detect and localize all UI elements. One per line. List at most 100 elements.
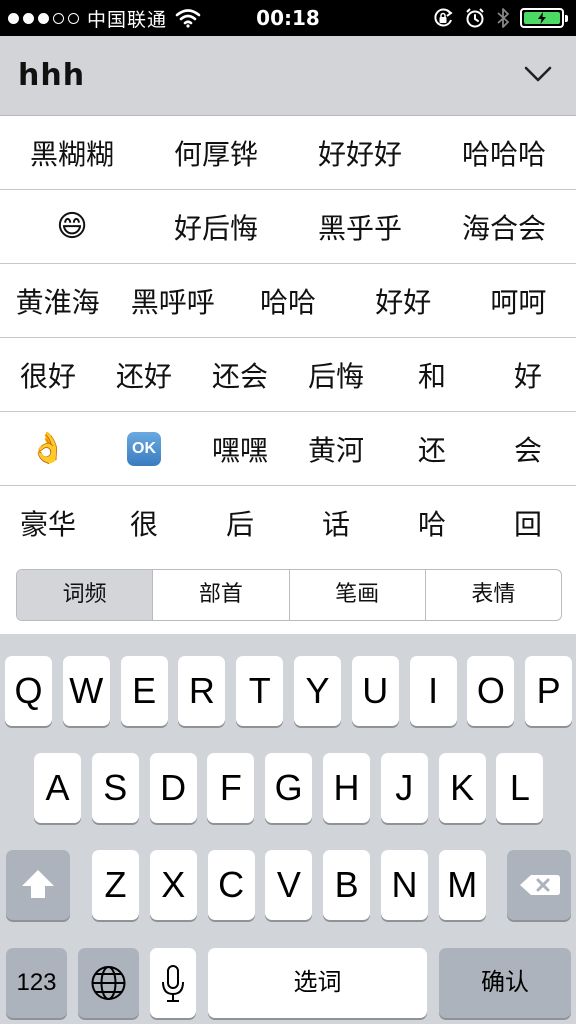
candidate-word[interactable]: 豪华 (0, 503, 96, 543)
candidate-word[interactable]: 哈哈 (230, 281, 345, 321)
key-w[interactable]: W (62, 656, 110, 726)
key-o[interactable]: O (467, 656, 515, 726)
key-h[interactable]: H (323, 753, 370, 823)
candidate-row: 黑糊糊 何厚铧 好好好 哈哈哈 (0, 116, 576, 190)
candidate-word[interactable]: 何厚铧 (144, 133, 288, 173)
key-b[interactable]: B (323, 850, 371, 920)
candidate-word[interactable]: 好 (480, 355, 576, 395)
key-k[interactable]: K (438, 753, 486, 823)
candidate-row: 😄 好后悔 黑乎乎 海合会 (0, 190, 576, 264)
key-e[interactable]: E (120, 656, 168, 726)
status-bar: 中国联通 00:18 (0, 0, 576, 36)
status-left: 中国联通 (8, 0, 201, 36)
sort-segmented-control: 词频 部首 笔画 表情 (16, 569, 562, 621)
signal-dot (68, 12, 79, 24)
key-s[interactable]: S (91, 753, 139, 823)
microphone-key[interactable] (150, 948, 196, 1018)
key-r[interactable]: R (178, 656, 226, 726)
candidate-word[interactable]: 海合会 (432, 207, 576, 247)
candidate-emoji-ok-hand[interactable]: 👌 (0, 431, 96, 466)
carrier-name: 中国联通 (87, 8, 168, 31)
signal-dot (8, 12, 19, 24)
candidate-word[interactable]: 好后悔 (144, 207, 288, 247)
globe-icon (91, 966, 126, 1000)
segment-frequency[interactable]: 词频 (17, 570, 154, 620)
key-u[interactable]: U (351, 656, 399, 726)
key-j[interactable]: J (380, 753, 428, 823)
key-m[interactable]: M (438, 850, 486, 920)
space-key-label: 选词 (293, 969, 342, 996)
ok-button-icon: OK (127, 432, 161, 466)
delete-key[interactable] (507, 850, 571, 920)
candidate-word[interactable]: 很 (96, 503, 192, 543)
wifi-icon (175, 9, 201, 28)
candidate-emoji-grinning[interactable]: 😄 (0, 209, 144, 244)
shift-icon (22, 870, 54, 898)
candidate-word[interactable]: 和 (384, 355, 480, 395)
candidate-word[interactable]: 很好 (0, 355, 96, 395)
composition-bar: hhh (0, 36, 576, 116)
key-g[interactable]: G (265, 753, 313, 823)
signal-dot (38, 12, 49, 24)
confirm-key-label: 确认 (481, 969, 529, 996)
confirm-key[interactable]: 确认 (439, 948, 571, 1018)
numbers-key[interactable]: 123 (6, 948, 67, 1018)
candidate-word[interactable]: 黄河 (288, 429, 384, 469)
candidate-row: 很好 还好 还会 后悔 和 好 (0, 338, 576, 412)
candidate-word[interactable]: 回 (480, 503, 576, 543)
segment-strokes[interactable]: 笔画 (290, 570, 426, 620)
candidate-word[interactable]: 还会 (192, 355, 288, 395)
alarm-icon (466, 8, 484, 28)
candidate-word[interactable]: 好好 (346, 281, 461, 321)
candidate-word[interactable]: 好好好 (288, 133, 432, 173)
backspace-icon (520, 875, 560, 895)
key-p[interactable]: P (525, 656, 573, 726)
numbers-key-label: 123 (16, 969, 57, 996)
candidate-row: 黄淮海 黑呼呼 哈哈 好好 呵呵 (0, 264, 576, 338)
candidate-word[interactable]: 黑糊糊 (0, 133, 144, 173)
key-f[interactable]: F (207, 753, 255, 823)
signal-dot (53, 12, 64, 24)
key-t[interactable]: T (236, 656, 284, 726)
candidate-emoji-ok-button[interactable]: OK (96, 431, 192, 466)
status-right (432, 0, 568, 36)
candidate-word[interactable]: 哈 (384, 503, 480, 543)
key-a[interactable]: A (34, 753, 81, 823)
segment-emoji[interactable]: 表情 (426, 570, 561, 620)
key-i[interactable]: I (409, 656, 457, 726)
candidate-word[interactable]: 会 (480, 429, 576, 469)
candidate-word[interactable]: 还 (384, 429, 480, 469)
candidate-word[interactable]: 黑呼呼 (115, 281, 230, 321)
space-key[interactable]: 选词 (208, 948, 427, 1018)
key-n[interactable]: N (381, 850, 428, 920)
candidate-word[interactable]: 还好 (96, 355, 192, 395)
candidate-word[interactable]: 后 (192, 503, 288, 543)
key-v[interactable]: V (265, 850, 313, 920)
composition-text: hhh (18, 58, 86, 93)
signal-dot (23, 12, 34, 24)
chevron-down-icon[interactable] (524, 62, 552, 86)
battery-icon (520, 8, 568, 28)
key-d[interactable]: D (149, 753, 197, 823)
key-y[interactable]: Y (294, 656, 341, 726)
globe-key[interactable] (78, 948, 139, 1018)
candidate-word[interactable]: 话 (288, 503, 384, 543)
candidate-word[interactable]: 呵呵 (461, 281, 576, 321)
key-c[interactable]: C (207, 850, 255, 920)
key-z[interactable]: Z (92, 850, 139, 920)
keyboard: 123 选词 确认 QWERTYUIOP ASDFGHJKL ZXCVBNM (0, 634, 576, 1024)
candidate-word[interactable]: 后悔 (288, 355, 384, 395)
segment-radical[interactable]: 部首 (153, 570, 290, 620)
key-x[interactable]: X (149, 850, 197, 920)
signal-strength-icon (8, 12, 79, 24)
candidate-word[interactable]: 黑乎乎 (288, 207, 432, 247)
candidate-word[interactable]: 黄淮海 (0, 281, 115, 321)
candidate-row: 👌 OK 嘿嘿 黄河 还 会 (0, 412, 576, 486)
key-l[interactable]: L (496, 753, 544, 823)
charging-bolt-icon (538, 12, 546, 24)
candidate-word[interactable]: 嘿嘿 (192, 429, 288, 469)
candidate-word[interactable]: 哈哈哈 (432, 133, 576, 173)
key-q[interactable]: Q (5, 656, 52, 726)
shift-key[interactable] (6, 850, 70, 920)
rotation-lock-icon (434, 8, 453, 27)
